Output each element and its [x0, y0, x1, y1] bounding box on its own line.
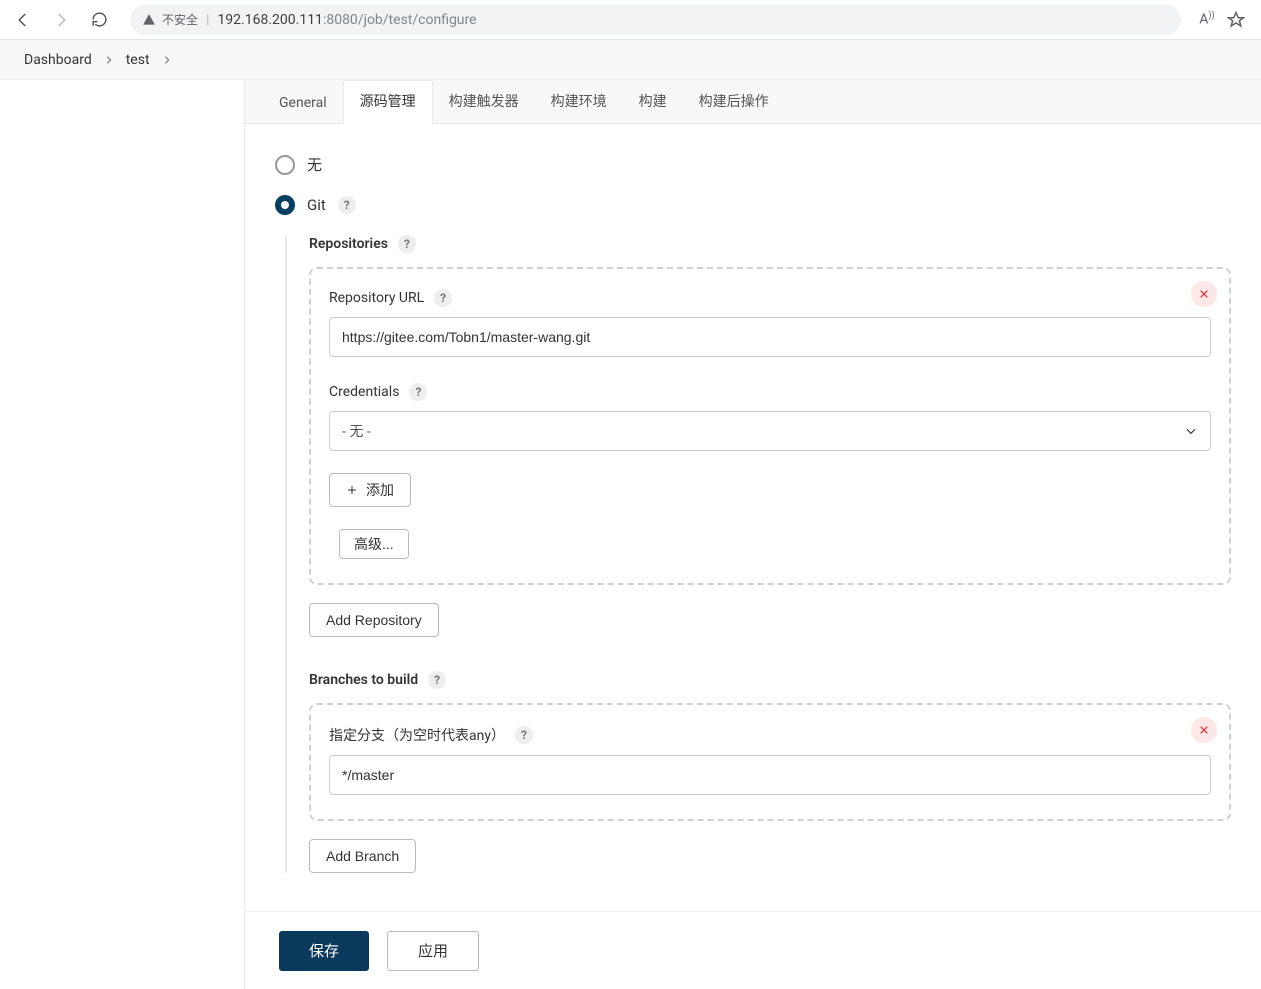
favorite-icon[interactable]	[1227, 11, 1251, 29]
help-icon[interactable]: ?	[515, 726, 533, 744]
tab-triggers[interactable]: 构建触发器	[433, 81, 535, 123]
chevron-right-icon	[162, 55, 172, 65]
tab-build[interactable]: 构建	[623, 81, 683, 123]
read-aloud-icon[interactable]: A))	[1195, 11, 1219, 28]
plus-icon	[346, 484, 358, 496]
repo-url-label: Repository URL ?	[329, 289, 1211, 307]
apply-button[interactable]: 应用	[387, 931, 479, 971]
delete-repository-button[interactable]	[1191, 281, 1217, 307]
address-bar[interactable]: 不安全 | 192.168.200.111:8080/job/test/conf…	[130, 5, 1181, 35]
credentials-selected-value: - 无 -	[342, 421, 371, 441]
radio-unchecked-icon	[275, 155, 295, 175]
help-icon[interactable]: ?	[398, 235, 416, 253]
scm-none-label: 无	[307, 154, 322, 175]
repository-entry: Repository URL ? Credentials ? - 无 -	[309, 267, 1231, 585]
tab-general[interactable]: General	[263, 85, 343, 123]
repo-url-input[interactable]	[329, 317, 1211, 357]
help-icon[interactable]: ?	[428, 671, 446, 689]
help-icon[interactable]: ?	[434, 289, 452, 307]
chevron-right-icon	[104, 55, 114, 65]
help-icon[interactable]: ?	[409, 383, 427, 401]
branch-entry: 指定分支（为空时代表any） ?	[309, 703, 1231, 821]
browser-right-icons: A))	[1195, 11, 1255, 29]
help-icon[interactable]: ?	[338, 196, 356, 214]
forward-button[interactable]	[44, 5, 78, 35]
delete-branch-button[interactable]	[1191, 717, 1217, 743]
credentials-label: Credentials ?	[329, 383, 1211, 401]
main-column: General 源码管理 构建触发器 构建环境 构建 构建后操作 无 Git ?	[244, 80, 1261, 989]
scm-git-label: Git	[307, 196, 326, 214]
add-branch-button[interactable]: Add Branch	[309, 839, 416, 873]
tab-scm[interactable]: 源码管理	[343, 80, 433, 124]
radio-checked-icon	[275, 195, 295, 215]
not-secure-indicator: 不安全	[142, 11, 198, 28]
save-button[interactable]: 保存	[279, 931, 369, 971]
page-layout: General 源码管理 构建触发器 构建环境 构建 构建后操作 无 Git ?	[0, 80, 1261, 989]
branch-spec-input[interactable]	[329, 755, 1211, 795]
repo-advanced-button[interactable]: 高级...	[339, 529, 409, 559]
scm-none-option[interactable]: 无	[275, 154, 1231, 175]
not-secure-label: 不安全	[162, 11, 198, 28]
scm-git-option[interactable]: Git ?	[275, 195, 1231, 215]
branches-heading: Branches to build ?	[309, 671, 1231, 689]
breadcrumb-dashboard[interactable]: Dashboard	[18, 48, 98, 72]
breadcrumb-job[interactable]: test	[120, 48, 156, 72]
git-config-block: Repositories ? Repository URL ? Credenti…	[285, 235, 1231, 873]
left-sidebar	[0, 80, 244, 989]
tab-post-build[interactable]: 构建后操作	[683, 81, 785, 123]
footer-actions: 保存 应用	[245, 911, 1261, 989]
url-text: 192.168.200.111:8080/job/test/configure	[217, 12, 476, 28]
add-credentials-label: 添加	[366, 480, 394, 500]
config-content: 无 Git ? Repositories ?	[245, 124, 1261, 989]
back-button[interactable]	[6, 5, 40, 35]
reload-button[interactable]	[82, 5, 116, 35]
addr-separator: |	[206, 12, 209, 28]
breadcrumb: Dashboard test	[0, 40, 1261, 80]
tab-build-env[interactable]: 构建环境	[535, 81, 623, 123]
config-tabs: General 源码管理 构建触发器 构建环境 构建 构建后操作	[245, 80, 1261, 124]
branch-spec-label: 指定分支（为空时代表any） ?	[329, 725, 1211, 745]
browser-toolbar: 不安全 | 192.168.200.111:8080/job/test/conf…	[0, 0, 1261, 40]
chevron-down-icon	[1184, 424, 1198, 438]
repositories-heading: Repositories ?	[309, 235, 1231, 253]
add-credentials-button[interactable]: 添加	[329, 473, 411, 507]
add-repository-button[interactable]: Add Repository	[309, 603, 439, 637]
credentials-select[interactable]: - 无 -	[329, 411, 1211, 451]
